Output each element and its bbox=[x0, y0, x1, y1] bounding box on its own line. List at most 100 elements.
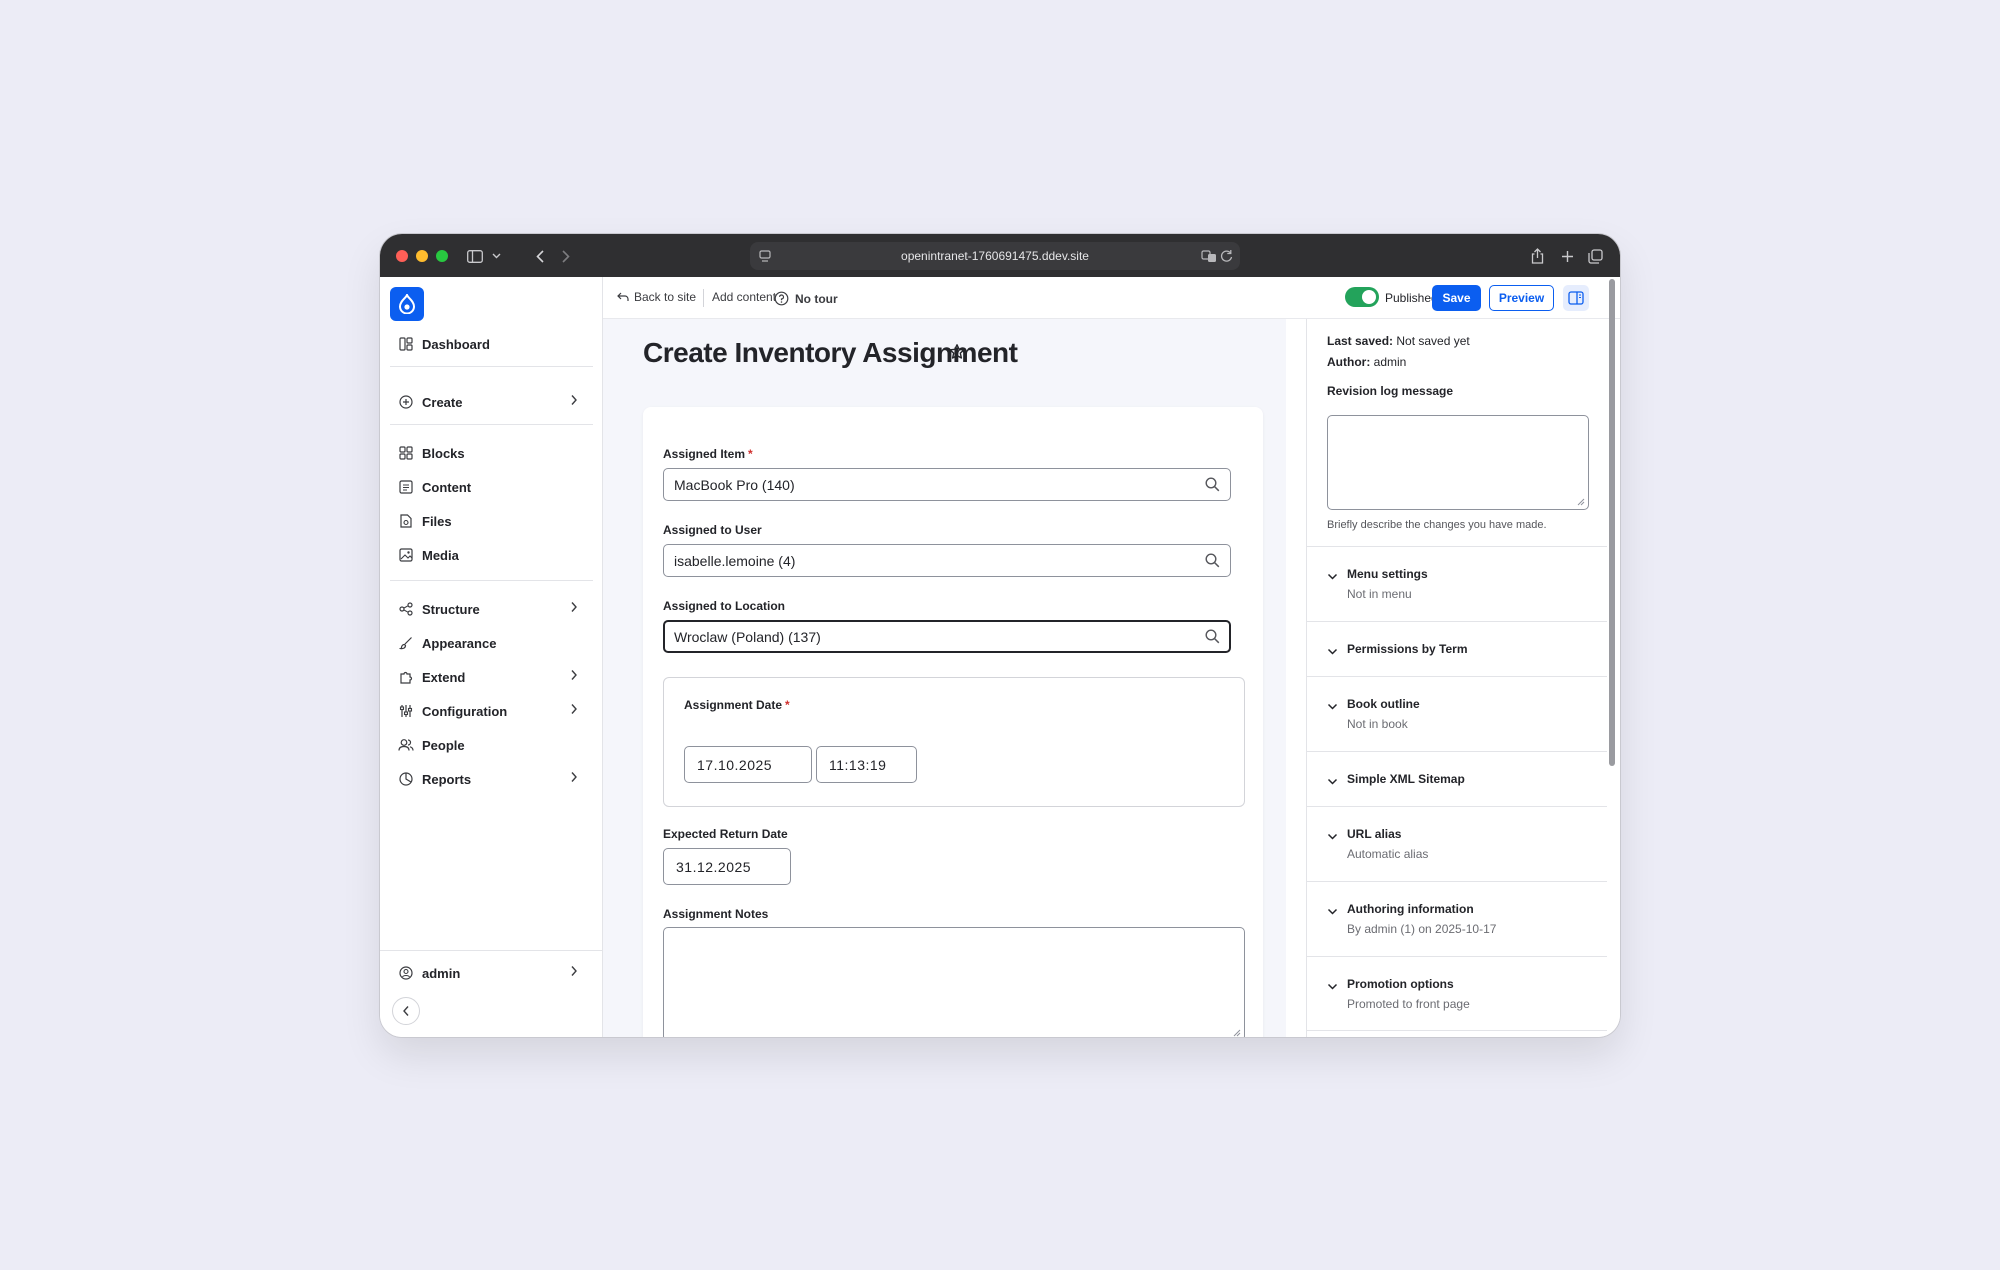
main-content: Create Inventory Assignment Assigned Ite… bbox=[603, 319, 1286, 1037]
promotion-options-section[interactable]: Promotion options Promoted to front page bbox=[1307, 956, 1607, 1031]
add-content-label: Add content bbox=[712, 290, 777, 304]
tour-button[interactable]: No tour bbox=[774, 291, 838, 306]
star-icon[interactable] bbox=[948, 343, 966, 366]
preview-button[interactable]: Preview bbox=[1489, 285, 1554, 311]
structure-icon bbox=[398, 601, 414, 617]
back-to-site-link[interactable]: Back to site bbox=[617, 290, 696, 304]
sidebar-item-blocks[interactable]: Blocks bbox=[398, 441, 588, 465]
drupal-logo[interactable] bbox=[390, 287, 424, 321]
chevron-right-icon bbox=[570, 394, 578, 409]
assigned-user-label: Assigned to User bbox=[663, 523, 762, 537]
close-window-button[interactable] bbox=[396, 250, 408, 262]
resize-handle-icon[interactable] bbox=[1577, 498, 1585, 506]
sidebar-item-files[interactable]: Files bbox=[398, 509, 588, 533]
assigned-user-value: isabelle.lemoine (4) bbox=[674, 553, 796, 569]
section-title: Authoring information bbox=[1347, 902, 1474, 916]
sidebar-item-label: Files bbox=[422, 513, 452, 529]
add-content-link[interactable]: Add content bbox=[712, 290, 776, 304]
assignment-time-input[interactable]: 11:13:19 bbox=[816, 746, 917, 783]
sidebar-item-extend[interactable]: Extend bbox=[398, 665, 588, 689]
chevron-down-icon[interactable] bbox=[490, 245, 502, 267]
page-scrollbar[interactable] bbox=[1609, 279, 1615, 766]
translate-icon[interactable] bbox=[1201, 249, 1217, 268]
new-tab-icon[interactable] bbox=[1558, 245, 1576, 267]
sidebar-item-people[interactable]: People bbox=[398, 733, 588, 757]
sidebar-item-label: Blocks bbox=[422, 445, 465, 461]
chevron-right-icon bbox=[570, 771, 578, 786]
expected-return-input[interactable]: 31.12.2025 bbox=[663, 848, 791, 885]
assigned-item-value: MacBook Pro (140) bbox=[674, 477, 795, 493]
sidebar-user-menu[interactable]: admin bbox=[398, 961, 588, 985]
authoring-information-section[interactable]: Authoring information By admin (1) on 20… bbox=[1307, 881, 1607, 956]
tab-overview-icon[interactable] bbox=[1586, 245, 1604, 267]
minimize-window-button[interactable] bbox=[416, 250, 428, 262]
url-alias-section[interactable]: URL alias Automatic alias bbox=[1307, 806, 1607, 881]
section-title: Book outline bbox=[1347, 697, 1420, 711]
sidebar-item-label: Dashboard bbox=[422, 336, 490, 352]
assigned-user-input[interactable]: isabelle.lemoine (4) bbox=[663, 544, 1231, 577]
required-marker: * bbox=[748, 447, 753, 461]
back-to-site-label: Back to site bbox=[634, 290, 697, 304]
file-icon bbox=[398, 513, 414, 529]
media-icon bbox=[398, 547, 414, 563]
brush-icon bbox=[398, 635, 414, 651]
sidebar-item-configuration[interactable]: Configuration bbox=[398, 699, 588, 723]
resize-handle-icon[interactable] bbox=[1233, 1029, 1241, 1037]
url-text: openintranet-1760691475.ddev.site bbox=[901, 249, 1089, 263]
sidebar-toggle-icon[interactable] bbox=[464, 245, 486, 267]
revision-log-textarea[interactable] bbox=[1327, 415, 1589, 510]
book-outline-section[interactable]: Book outline Not in book bbox=[1307, 676, 1607, 751]
section-title: Menu settings bbox=[1347, 567, 1428, 581]
sidebar-item-label: Reports bbox=[422, 771, 472, 787]
simple-xml-sitemap-section[interactable]: Simple XML Sitemap bbox=[1307, 751, 1607, 806]
assignment-notes-textarea[interactable] bbox=[663, 927, 1245, 1037]
assigned-location-input[interactable]: Wroclaw (Poland) (137) bbox=[663, 620, 1231, 653]
help-circle-icon bbox=[774, 291, 789, 306]
menu-settings-section[interactable]: Menu settings Not in menu bbox=[1307, 546, 1607, 621]
search-icon bbox=[1205, 477, 1220, 495]
collapse-sidebar-button[interactable] bbox=[392, 997, 420, 1025]
section-title: Permissions by Term bbox=[1347, 642, 1468, 656]
address-bar[interactable]: openintranet-1760691475.ddev.site bbox=[750, 242, 1240, 270]
divider bbox=[390, 580, 593, 581]
sidebar-item-label: Structure bbox=[422, 601, 480, 617]
sidebar-item-create[interactable]: Create bbox=[398, 390, 588, 414]
sidebar-item-label: Content bbox=[422, 479, 472, 495]
chevron-down-icon bbox=[1327, 903, 1338, 921]
chevron-right-icon bbox=[570, 669, 578, 684]
sidebar-item-dashboard[interactable]: Dashboard bbox=[398, 332, 588, 356]
sidebar-item-label: People bbox=[422, 737, 465, 753]
section-summary: Automatic alias bbox=[1347, 847, 1429, 861]
section-title: Simple XML Sitemap bbox=[1347, 772, 1465, 786]
section-summary: By admin (1) on 2025-10-17 bbox=[1347, 922, 1497, 936]
assigned-item-input[interactable]: MacBook Pro (140) bbox=[663, 468, 1231, 501]
people-icon bbox=[398, 737, 414, 753]
sidebar-item-media[interactable]: Media bbox=[398, 543, 588, 567]
assignment-date-input[interactable]: 17.10.2025 bbox=[684, 746, 812, 783]
maximize-window-button[interactable] bbox=[436, 250, 448, 262]
back-icon[interactable] bbox=[532, 245, 548, 267]
chevron-down-icon bbox=[1327, 698, 1338, 716]
forward-icon[interactable] bbox=[558, 245, 574, 267]
assignment-notes-label: Assignment Notes bbox=[663, 907, 769, 921]
published-toggle[interactable] bbox=[1345, 287, 1379, 307]
sidebar-item-content[interactable]: Content bbox=[398, 475, 588, 499]
toggle-meta-sidebar-button[interactable] bbox=[1563, 285, 1589, 311]
sidebar-item-structure[interactable]: Structure bbox=[398, 597, 588, 621]
share-icon[interactable] bbox=[1528, 245, 1546, 267]
divider bbox=[380, 950, 603, 951]
sidebar-item-reports[interactable]: Reports bbox=[398, 767, 588, 791]
sidebar-item-appearance[interactable]: Appearance bbox=[398, 631, 588, 655]
section-summary: Not in book bbox=[1347, 717, 1408, 731]
content-icon bbox=[398, 479, 414, 495]
revision-log-label: Revision log message bbox=[1327, 384, 1454, 398]
sidebar-item-label: Create bbox=[422, 394, 463, 410]
puzzle-icon bbox=[398, 669, 414, 685]
reload-icon[interactable] bbox=[1220, 249, 1233, 268]
admin-sidebar: Dashboard Create Blocks Content Files Me… bbox=[380, 277, 603, 1037]
permissions-by-term-section[interactable]: Permissions by Term bbox=[1307, 621, 1607, 676]
save-button[interactable]: Save bbox=[1432, 285, 1481, 311]
search-icon bbox=[1205, 553, 1220, 571]
browser-titlebar: openintranet-1760691475.ddev.site bbox=[380, 234, 1620, 277]
revision-log-help: Briefly describe the changes you have ma… bbox=[1327, 519, 1547, 531]
